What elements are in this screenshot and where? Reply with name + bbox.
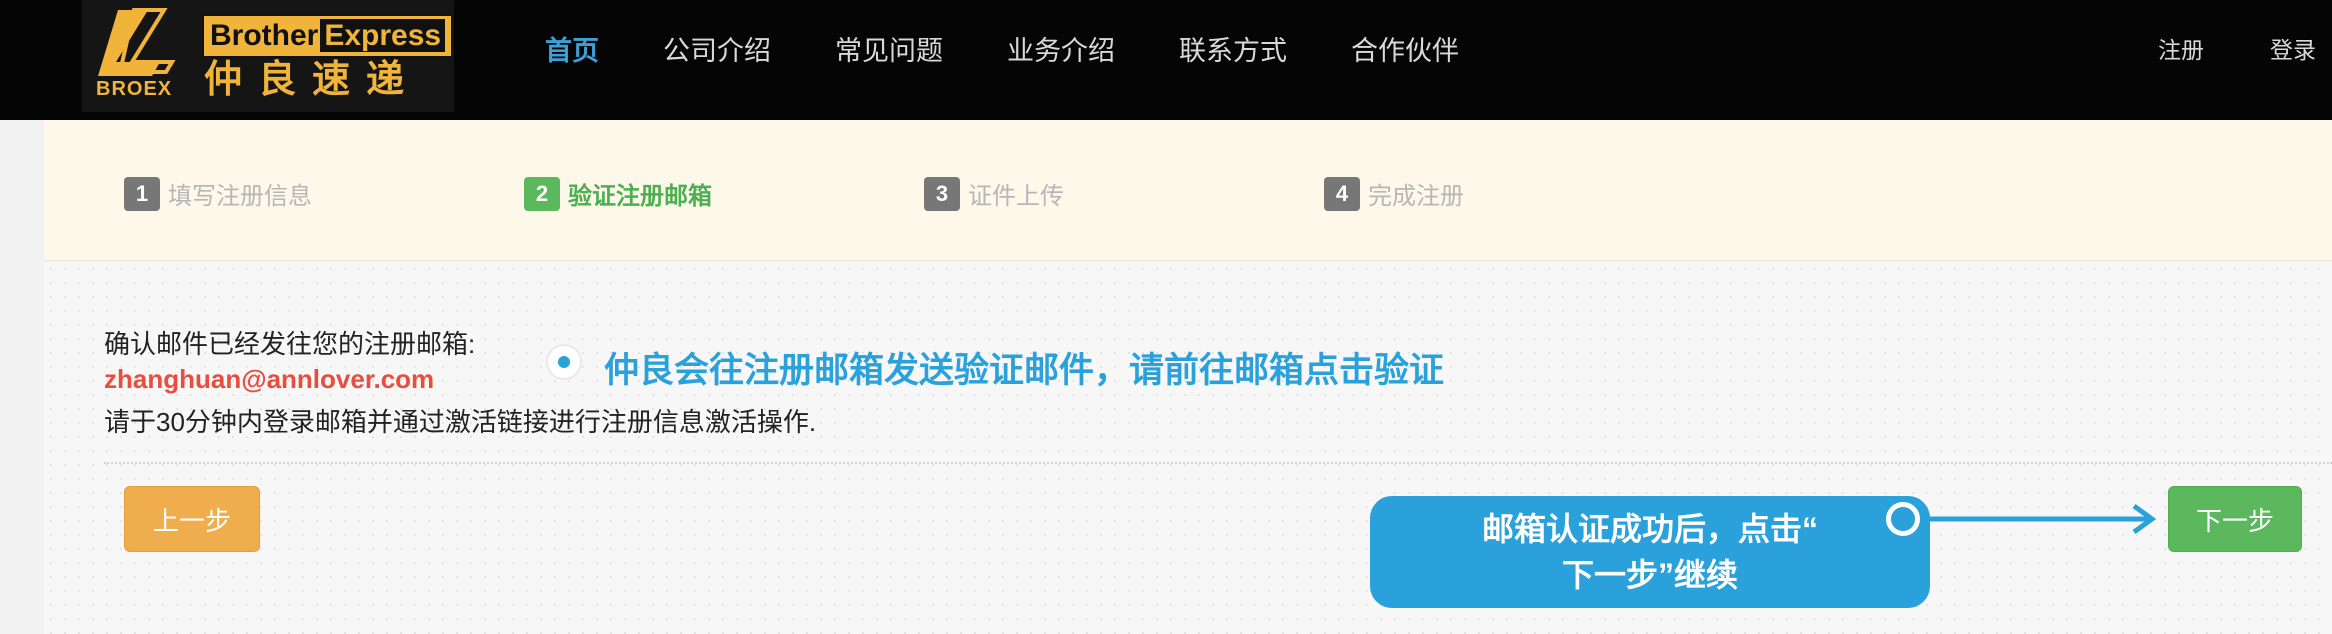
step-number: 4 [1324, 176, 1360, 211]
register-link[interactable]: 注册 [2158, 31, 2204, 65]
brand-en-1: Brother [210, 19, 319, 52]
top-nav: Brother Express 仲良速递 BROEX 首页 公司介绍 常见问题 业… [0, 0, 2332, 120]
main-nav: 首页 公司介绍 常见问题 业务介绍 联系方式 合作伙伴 [545, 0, 1523, 96]
nav-item-contact[interactable]: 联系方式 [1179, 29, 1287, 68]
step-number: 3 [924, 176, 960, 211]
nav-item-partners[interactable]: 合作伙伴 [1351, 29, 1459, 68]
registered-email: zhanghuan@annlover.com [104, 364, 435, 394]
step-complete: 4 完成注册 [1324, 176, 1464, 211]
callout-ring-icon [1886, 502, 1920, 536]
confirm-message: 确认邮件已经发往您的注册邮箱: [104, 329, 476, 359]
verification-panel: 确认邮件已经发往您的注册邮箱: zhanghuan@annlover.com 请… [44, 262, 2332, 634]
step-number: 1 [124, 176, 160, 211]
step-number: 2 [524, 176, 560, 211]
brand-en-2: Express [320, 19, 446, 52]
nav-item-faq[interactable]: 常见问题 [835, 29, 943, 68]
step-verify-email: 2 验证注册邮箱 [524, 176, 712, 211]
nav-item-home[interactable]: 首页 [545, 29, 599, 68]
brand-cn: 仲良速递 [204, 59, 421, 101]
activation-instruction: 请于30分钟内登录邮箱并通过激活链接进行注册信息激活操作. [104, 407, 817, 437]
next-step-callout: 邮箱认证成功后，点击“ 下一步”继续 [1370, 496, 1930, 608]
hint-dot-icon [548, 346, 580, 378]
divider [104, 462, 2332, 464]
callout-line-1: 邮箱认证成功后，点击“ [1481, 511, 1818, 547]
brand-sub: BROEX [96, 78, 173, 100]
nav-item-company[interactable]: 公司介绍 [663, 29, 771, 68]
registration-steps: 1 填写注册信息 2 验证注册邮箱 3 证件上传 4 完成注册 [44, 120, 2332, 261]
prev-step-button[interactable]: 上一步 [124, 486, 260, 552]
step-label: 填写注册信息 [168, 183, 312, 210]
step-upload-documents: 3 证件上传 [924, 176, 1064, 211]
callout-line-2: 下一步”继续 [1561, 557, 1738, 593]
next-step-button[interactable]: 下一步 [2168, 486, 2302, 552]
step-label: 完成注册 [1368, 183, 1464, 210]
hint-annotation: 仲良会往注册邮箱发送验证邮件，请前往邮箱点击验证 [604, 351, 1445, 390]
step-label: 证件上传 [968, 183, 1064, 210]
arrow-right-icon [1924, 503, 2157, 535]
brand-logo[interactable]: Brother Express 仲良速递 BROEX [82, 0, 454, 112]
brand-en: Brother Express [202, 14, 454, 58]
nav-item-business[interactable]: 业务介绍 [1007, 29, 1115, 68]
step-label: 验证注册邮箱 [568, 183, 712, 210]
login-link[interactable]: 登录 [2270, 31, 2316, 65]
step-fill-info: 1 填写注册信息 [124, 176, 312, 211]
